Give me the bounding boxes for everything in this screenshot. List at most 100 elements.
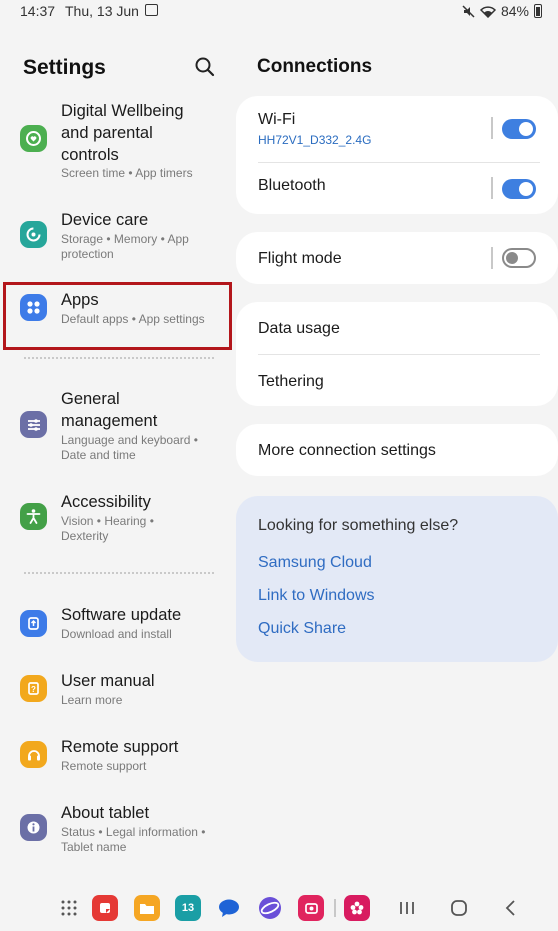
link-quick-share[interactable]: Quick Share bbox=[258, 620, 346, 638]
more-connection-settings-label: More connection settings bbox=[258, 442, 436, 459]
my-files-icon[interactable] bbox=[134, 895, 160, 921]
apps-highlight-box bbox=[3, 282, 232, 350]
data-card: Data usage Tethering bbox=[236, 302, 558, 406]
menu-title-line: General bbox=[61, 390, 120, 408]
link-samsung-cloud[interactable]: Samsung Cloud bbox=[258, 554, 372, 572]
looking-for-title: Looking for something else? bbox=[258, 517, 459, 534]
menu-item-user-manual[interactable]: ? User manual Learn more bbox=[0, 669, 232, 713]
menu-title-line: and parental bbox=[61, 124, 153, 142]
battery-icon bbox=[534, 4, 542, 18]
data-usage-label: Data usage bbox=[258, 320, 340, 337]
menu-subtitle: Learn more bbox=[61, 693, 123, 707]
bluetooth-toggle[interactable] bbox=[502, 179, 536, 199]
menu-title-line: User manual bbox=[61, 672, 155, 690]
bluetooth-row[interactable]: Bluetooth bbox=[236, 163, 558, 214]
accessibility-icon bbox=[20, 503, 47, 530]
software-update-icon bbox=[20, 610, 47, 637]
menu-item-general-management[interactable]: General management Language and keyboard… bbox=[0, 387, 232, 465]
menu-title-line: Remote support bbox=[61, 738, 179, 756]
menu-divider bbox=[24, 357, 214, 359]
menu-subtitle: Date and time bbox=[61, 448, 136, 462]
connections-title: Connections bbox=[257, 56, 373, 77]
recent-apps-button[interactable] bbox=[396, 897, 418, 919]
menu-title-line: About tablet bbox=[61, 804, 150, 822]
menu-item-remote-support[interactable]: Remote support Remote support bbox=[0, 735, 232, 779]
menu-title-line: Device care bbox=[61, 211, 149, 229]
flight-mode-label: Flight mode bbox=[258, 250, 342, 267]
status-bar: 14:37 Thu, 13 Jun 84% bbox=[0, 0, 558, 24]
menu-subtitle: protection bbox=[61, 247, 114, 261]
wellbeing-icon bbox=[20, 125, 47, 152]
messages-icon[interactable] bbox=[216, 895, 242, 921]
calendar-date: 13 bbox=[181, 902, 195, 914]
menu-subtitle: Vision • Hearing • bbox=[61, 514, 154, 528]
menu-subtitle: Language and keyboard • bbox=[61, 433, 198, 447]
menu-item-accessibility[interactable]: Accessibility Vision • Hearing • Dexteri… bbox=[0, 490, 232, 548]
wireless-card: Wi-Fi HH72V1_D332_2.4G Bluetooth bbox=[236, 96, 558, 214]
menu-item-digital-wellbeing[interactable]: Digital Wellbeing and parental controls … bbox=[0, 98, 232, 184]
menu-title-line: Software update bbox=[61, 606, 182, 624]
back-button[interactable] bbox=[500, 897, 522, 919]
more-connection-settings-row[interactable]: More connection settings bbox=[236, 424, 558, 476]
general-management-icon bbox=[20, 411, 47, 438]
data-usage-row[interactable]: Data usage bbox=[236, 302, 558, 354]
gallery-icon[interactable] bbox=[344, 895, 370, 921]
mute-icon bbox=[462, 4, 475, 18]
calendar-icon[interactable]: 13 bbox=[175, 895, 201, 921]
row-separator-bar bbox=[491, 247, 493, 269]
menu-subtitle: Storage • Memory • App bbox=[61, 232, 189, 246]
menu-item-device-care[interactable]: Device care Storage • Memory • App prote… bbox=[0, 207, 232, 267]
wifi-network-name: HH72V1_D332_2.4G bbox=[258, 133, 372, 147]
more-settings-card: More connection settings bbox=[236, 424, 558, 476]
flight-mode-row[interactable]: Flight mode bbox=[236, 232, 558, 284]
screen-recorder-icon[interactable] bbox=[298, 895, 324, 921]
about-tablet-icon bbox=[20, 814, 47, 841]
notes-app-icon[interactable] bbox=[92, 895, 118, 921]
menu-subtitle: Remote support bbox=[61, 759, 147, 773]
back-icon bbox=[505, 900, 515, 916]
search-icon bbox=[195, 57, 215, 77]
app-drawer-icon[interactable] bbox=[56, 895, 82, 921]
wifi-row[interactable]: Wi-Fi HH72V1_D332_2.4G bbox=[236, 96, 558, 160]
internet-icon[interactable] bbox=[257, 895, 283, 921]
wifi-toggle[interactable] bbox=[502, 119, 536, 139]
menu-item-about-tablet[interactable]: About tablet Status • Legal information … bbox=[0, 801, 232, 861]
home-button[interactable] bbox=[448, 897, 470, 919]
search-button[interactable] bbox=[193, 55, 217, 79]
user-manual-icon: ? bbox=[20, 675, 47, 702]
link-link-to-windows[interactable]: Link to Windows bbox=[258, 587, 375, 605]
svg-text:?: ? bbox=[31, 685, 36, 694]
wifi-label: Wi-Fi bbox=[258, 111, 296, 128]
settings-title: Settings bbox=[23, 56, 106, 79]
screenshot-notification-icon bbox=[145, 4, 158, 16]
dock-separator bbox=[334, 899, 336, 917]
flight-mode-card: Flight mode bbox=[236, 232, 558, 284]
menu-title-line: controls bbox=[61, 146, 119, 164]
recent-apps-icon bbox=[400, 902, 414, 914]
wifi-icon bbox=[479, 5, 496, 18]
device-care-icon bbox=[20, 221, 47, 248]
menu-subtitle: Status • Legal information • bbox=[61, 825, 206, 839]
menu-title-line: Accessibility bbox=[61, 493, 151, 511]
navigation-bar: 13 bbox=[0, 885, 558, 931]
menu-subtitle: Tablet name bbox=[61, 840, 127, 854]
menu-subtitle: Download and install bbox=[61, 627, 172, 641]
status-date: Thu, 13 Jun bbox=[65, 3, 139, 19]
menu-item-software-update[interactable]: Software update Download and install bbox=[0, 603, 232, 647]
status-time: 14:37 bbox=[20, 3, 56, 19]
flight-mode-toggle[interactable] bbox=[502, 248, 536, 268]
row-separator-bar bbox=[491, 117, 493, 139]
remote-support-icon bbox=[20, 741, 47, 768]
menu-title-line: Digital Wellbeing bbox=[61, 102, 184, 120]
menu-subtitle: Screen time • App timers bbox=[61, 166, 193, 180]
tethering-label: Tethering bbox=[258, 373, 324, 390]
home-icon bbox=[451, 900, 467, 916]
menu-title-line: management bbox=[61, 412, 158, 430]
battery-percent: 84% bbox=[500, 3, 529, 19]
menu-divider bbox=[24, 572, 214, 574]
bluetooth-label: Bluetooth bbox=[258, 177, 326, 194]
status-right: 84% bbox=[462, 3, 542, 19]
row-separator-bar bbox=[491, 177, 493, 199]
looking-for-card: Looking for something else? Samsung Clou… bbox=[236, 496, 558, 662]
tethering-row[interactable]: Tethering bbox=[236, 355, 558, 406]
